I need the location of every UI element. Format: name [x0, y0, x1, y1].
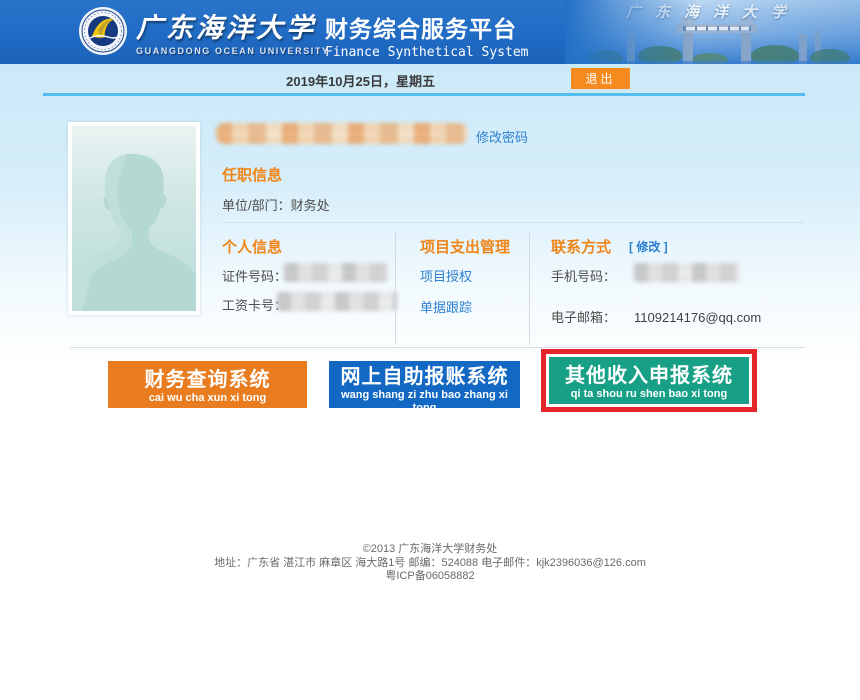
contact-edit-link[interactable]: [ 修改 ] — [629, 238, 668, 255]
email-value: 1109214176@qq.com — [634, 310, 761, 325]
finance-query-system-button[interactable]: 财务查询系统 cai wu cha xun xi tong — [108, 361, 307, 408]
person-silhouette-icon — [72, 126, 196, 311]
id-number-label: 证件号码： — [222, 266, 287, 285]
logout-button[interactable]: 退出 — [571, 68, 630, 89]
department-row: 单位/部门：财务处 — [222, 195, 330, 214]
personal-section-title: 个人信息 — [222, 236, 282, 257]
finance-portal-page: 广东海洋大学 GUANGDONG OCEAN UNIVERSITY 财务综合服务… — [0, 0, 860, 700]
header-divider-rule — [43, 93, 805, 96]
highlight-red-border: 其他收入申报系统 qi ta shou ru shen bao xi tong — [541, 349, 757, 412]
platform-title-cn: 财务综合服务平台 — [325, 10, 529, 44]
platform-title-group: 财务综合服务平台 Finance Synthetical System — [325, 10, 529, 60]
project-authorize-link[interactable]: 项目授权 — [420, 266, 472, 285]
phone-label: 手机号码： — [551, 266, 616, 285]
contact-section-title: 联系方式 — [551, 236, 611, 257]
column-divider — [529, 232, 530, 345]
department-label: 单位/部门： — [222, 198, 291, 213]
app-header: 广东海洋大学 GUANGDONG OCEAN UNIVERSITY 财务综合服务… — [0, 0, 860, 64]
footer-icp: 粤ICP备06058882 — [0, 570, 860, 584]
online-reimbursement-system-button[interactable]: 网上自助报账系统 wang shang zi zhu bao zhang xi … — [329, 361, 520, 408]
university-name-en: GUANGDONG OCEAN UNIVERSITY — [136, 46, 330, 56]
user-name-redacted — [216, 123, 468, 144]
current-date: 2019年10月25日，星期五 — [286, 71, 435, 90]
id-number-redacted — [284, 263, 388, 282]
section-divider — [70, 347, 805, 348]
university-name-cn: 广东海洋大学 — [136, 6, 330, 45]
department-value: 财务处 — [291, 198, 330, 213]
profile-photo — [68, 122, 200, 315]
date-bar: 2019年10月25日，星期五 退出 — [0, 64, 860, 94]
change-password-link[interactable]: 修改密码 — [476, 127, 528, 146]
phone-number-redacted — [634, 263, 740, 282]
footer-copyright: ©2013 广东海洋大学财务处 — [0, 543, 860, 557]
platform-title-en: Finance Synthetical System — [325, 45, 529, 60]
footer-address: 地址：广东省 湛江市 麻章区 海大路1号 邮编：524088 电子邮件：kjk2… — [0, 557, 860, 571]
section-divider — [222, 222, 805, 223]
university-logo-group: 广东海洋大学 GUANGDONG OCEAN UNIVERSITY — [78, 6, 330, 56]
page-footer: ©2013 广东海洋大学财务处 地址：广东省 湛江市 麻章区 海大路1号 邮编：… — [0, 543, 860, 584]
document-tracking-link[interactable]: 单据跟踪 — [420, 297, 472, 316]
campus-gate-image: 广东海洋大学 — [565, 0, 860, 64]
email-row: 电子邮箱： 1109214176@qq.com — [551, 307, 761, 326]
email-label: 电子邮箱： — [551, 310, 616, 325]
university-emblem-icon — [78, 6, 128, 56]
employment-section-title: 任职信息 — [222, 164, 282, 185]
salary-card-redacted — [277, 292, 397, 311]
column-divider — [395, 232, 396, 345]
project-section-title: 项目支出管理 — [420, 236, 510, 257]
other-income-declaration-system-button[interactable]: 其他收入申报系统 qi ta shou ru shen bao xi tong — [549, 357, 749, 404]
